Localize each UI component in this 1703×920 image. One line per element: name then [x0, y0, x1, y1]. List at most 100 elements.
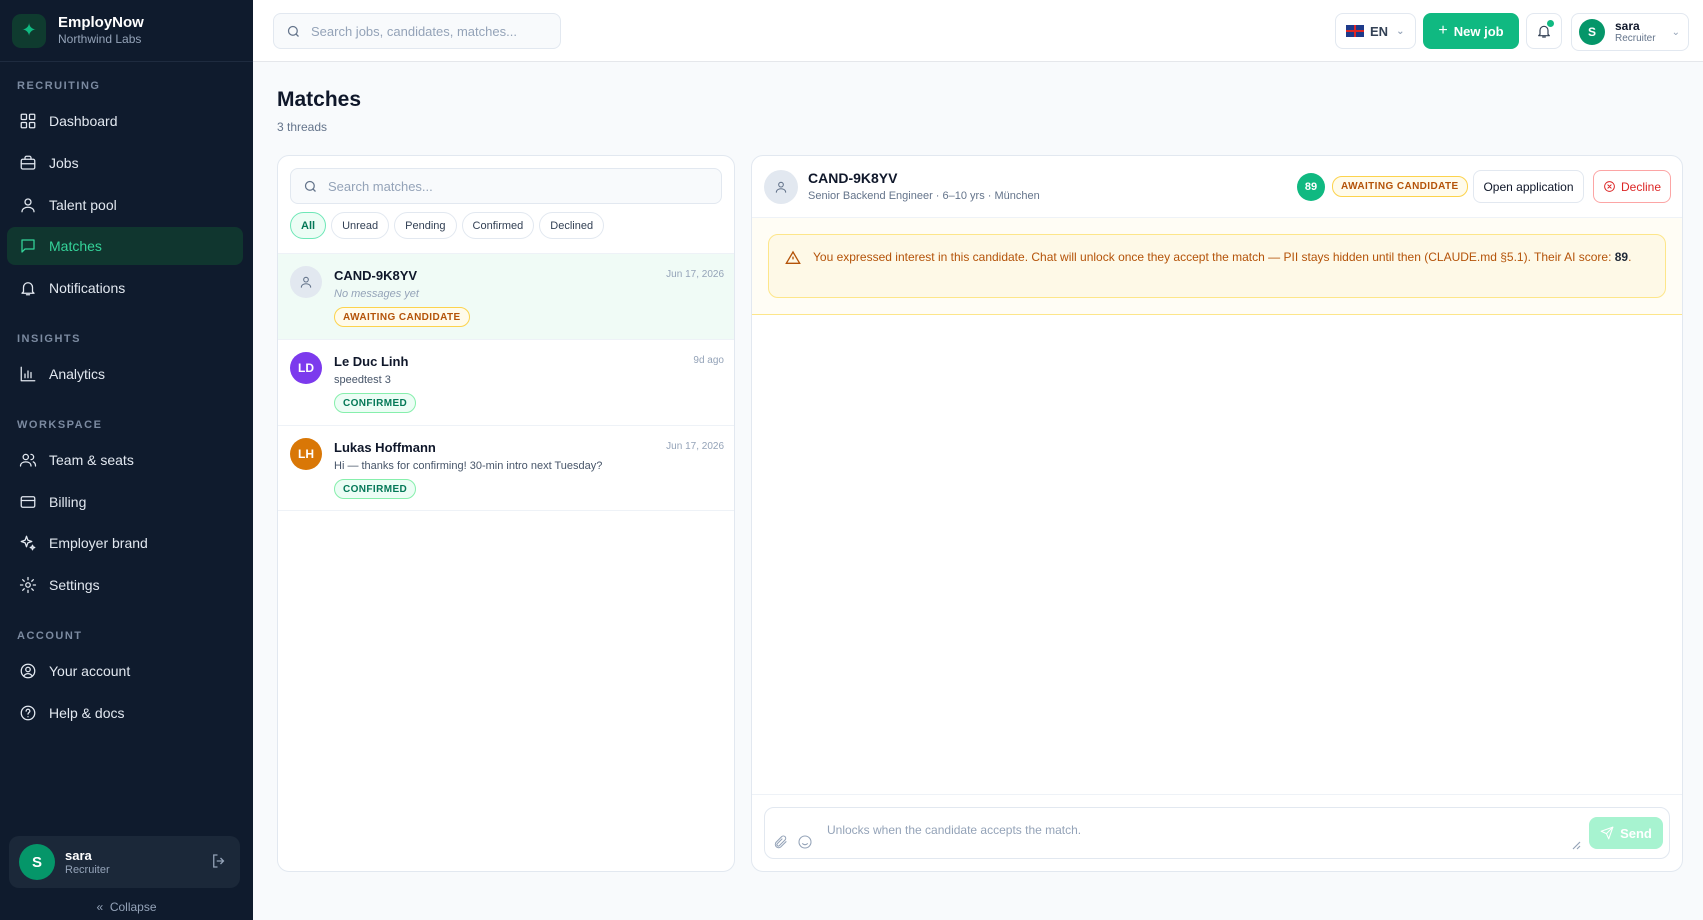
- status-badge: CONFIRMED: [334, 479, 417, 499]
- resize-handle-icon[interactable]: [1571, 840, 1581, 850]
- thread-name: Le Duc Linh: [334, 354, 409, 369]
- collapse-button[interactable]: « Collapse: [0, 900, 253, 914]
- user-name: sara: [65, 847, 92, 863]
- sidebar-item-label: Billing: [49, 494, 87, 510]
- sidebar-item-billing[interactable]: Billing: [7, 483, 243, 521]
- thread-date: Jun 17, 2026: [666, 269, 724, 280]
- sidebar-item-label: Your account: [49, 663, 131, 679]
- sidebar-item-label: Jobs: [49, 155, 79, 171]
- user-circle-icon: [20, 663, 36, 679]
- filter-pending[interactable]: Pending: [394, 212, 457, 239]
- bell-icon: [21, 282, 35, 296]
- warning-icon: [785, 250, 801, 264]
- language-selector[interactable]: EN ⌄: [1335, 13, 1416, 49]
- notifications-button[interactable]: [1526, 13, 1562, 49]
- thread-item[interactable]: CAND-9K8YV Jun 17, 2026 No messages yet …: [278, 253, 734, 339]
- filter-all[interactable]: All: [290, 212, 327, 239]
- sidebar-item-label: Dashboard: [49, 113, 118, 129]
- open-application-button[interactable]: Open application: [1473, 170, 1584, 203]
- sidebar-item-label: Notifications: [49, 280, 126, 296]
- thread-preview: Hi — thanks for confirming! 30-min intro…: [334, 460, 603, 472]
- notice-text-block: You expressed interest in this candidate…: [813, 250, 1632, 264]
- section-label-account: ACCOUNT: [17, 630, 83, 642]
- language-label: EN: [1370, 23, 1389, 39]
- sidebar-item-settings[interactable]: Settings: [7, 566, 243, 604]
- thread-item[interactable]: LD Le Duc Linh 9d ago speedtest 3 CONFIR…: [278, 339, 734, 425]
- sidebar-item-talent-pool[interactable]: Talent pool: [7, 186, 243, 224]
- sparkle-icon: ✦: [12, 13, 46, 48]
- profile-menu[interactable]: S sara Recruiter ⌄: [1571, 13, 1689, 51]
- thread-name: CAND-9K8YV: [334, 268, 418, 283]
- thread-date: Jun 17, 2026: [666, 441, 724, 452]
- global-search[interactable]: [273, 13, 561, 49]
- sidebar-item-your-account[interactable]: Your account: [7, 652, 243, 690]
- page-title: Matches: [277, 88, 362, 111]
- candidate-details: Senior Backend Engineer · 6–10 yrs · Mün…: [808, 190, 1040, 202]
- sidebar-item-team-seats[interactable]: Team & seats: [7, 441, 243, 479]
- sidebar-user-card[interactable]: S sara Recruiter: [9, 836, 240, 888]
- topbar: EN ⌄ + New job S sara Recruiter ⌄: [253, 0, 1703, 62]
- sidebar-item-label: Settings: [49, 577, 100, 593]
- sparkles-icon: [20, 535, 36, 551]
- brand[interactable]: ✦ EmployNow Northwind Labs: [0, 0, 253, 62]
- sidebar-item-help-docs[interactable]: Help & docs: [7, 694, 243, 732]
- sidebar-item-dashboard[interactable]: Dashboard: [7, 102, 243, 140]
- sidebar-item-label: Employer brand: [49, 535, 148, 551]
- thread-preview: speedtest 3: [334, 374, 391, 386]
- sidebar-item-notifications[interactable]: Notifications: [7, 269, 243, 307]
- filter-declined[interactable]: Declined: [539, 212, 605, 239]
- paperclip-icon[interactable]: [773, 834, 789, 850]
- gear-icon: [19, 576, 37, 594]
- new-job-button[interactable]: + New job: [1423, 13, 1519, 49]
- new-job-label: New job: [1453, 23, 1504, 39]
- emoji-icon[interactable]: [797, 834, 813, 850]
- ai-score-badge: 89: [1297, 173, 1325, 201]
- user-role: Recruiter: [65, 863, 110, 876]
- org-name: Northwind Labs: [58, 32, 142, 46]
- section-label-insights: INSIGHTS: [17, 333, 81, 345]
- chat-panel: CAND-9K8YV Senior Backend Engineer · 6–1…: [751, 155, 1683, 872]
- section-label-workspace: WORKSPACE: [17, 419, 103, 431]
- notice-score: 89: [1614, 250, 1629, 264]
- composer-area: Send: [752, 794, 1682, 871]
- filter-confirmed[interactable]: Confirmed: [461, 212, 535, 239]
- chevrons-left-icon: «: [96, 900, 104, 914]
- matches-search-input[interactable]: [328, 178, 568, 194]
- sidebar-item-label: Analytics: [49, 366, 106, 382]
- user-name: sara: [1615, 19, 1640, 33]
- thread-preview: No messages yet: [334, 288, 419, 300]
- user-role: Recruiter: [1615, 33, 1656, 44]
- decline-button[interactable]: Decline: [1593, 170, 1671, 203]
- decline-label: Decline: [1620, 179, 1662, 194]
- avatar: [290, 266, 322, 298]
- chevron-down-icon: ⌄: [1671, 26, 1680, 38]
- sidebar-item-analytics[interactable]: Analytics: [7, 355, 243, 393]
- uk-flag-icon: [1346, 25, 1364, 37]
- status-badge: CONFIRMED: [334, 393, 417, 413]
- bar-chart-icon: [20, 366, 36, 382]
- sidebar-item-label: Talent pool: [49, 197, 117, 213]
- avatar: LH: [290, 438, 322, 470]
- x-circle-icon: [1604, 181, 1615, 192]
- locked-chat-notice: You expressed interest in this candidate…: [768, 234, 1666, 298]
- message-input[interactable]: [827, 823, 1567, 847]
- user-icon: [21, 198, 35, 213]
- plus-icon: +: [1438, 22, 1448, 39]
- sidebar-item-employer-brand[interactable]: Employer brand: [7, 524, 243, 562]
- credit-card-icon: [20, 496, 36, 508]
- global-search-input[interactable]: [311, 23, 551, 39]
- filter-unread[interactable]: Unread: [331, 212, 390, 239]
- sidebar-item-label: Team & seats: [49, 452, 134, 468]
- status-badge: AWAITING CANDIDATE: [334, 307, 470, 327]
- send-button[interactable]: Send: [1589, 817, 1663, 849]
- grid-icon: [20, 113, 36, 129]
- app-name: EmployNow: [58, 14, 144, 31]
- matches-search[interactable]: [290, 168, 722, 204]
- sidebar-item-jobs[interactable]: Jobs: [7, 144, 243, 182]
- briefcase-icon: [20, 155, 36, 170]
- send-label: Send: [1620, 825, 1652, 841]
- logout-icon[interactable]: [210, 852, 228, 870]
- sidebar-item-matches[interactable]: Matches: [7, 227, 243, 265]
- chat-header: CAND-9K8YV Senior Backend Engineer · 6–1…: [752, 156, 1682, 218]
- thread-item[interactable]: LH Lukas Hoffmann Jun 17, 2026 Hi — than…: [278, 425, 734, 511]
